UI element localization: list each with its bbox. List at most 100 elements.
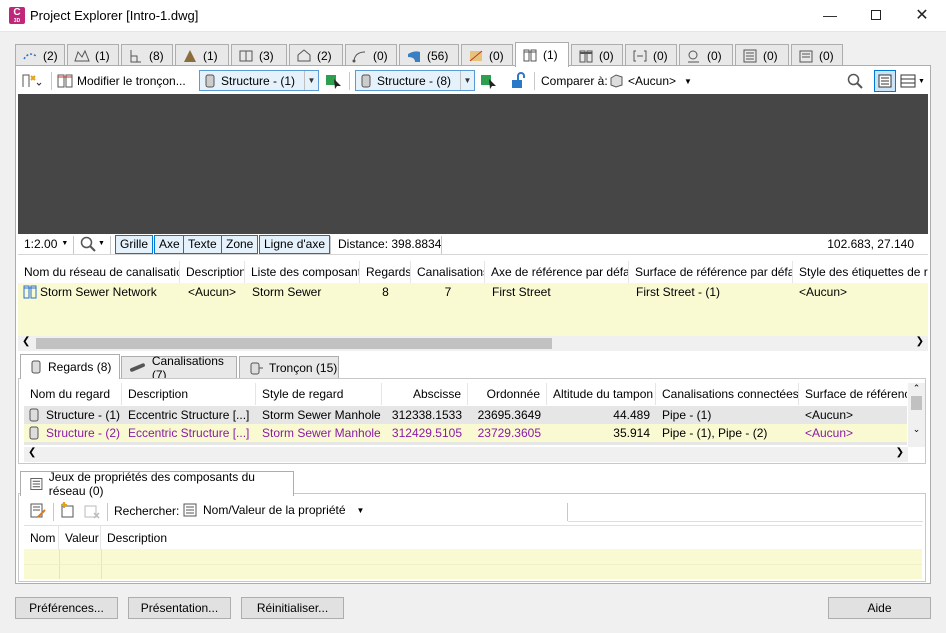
modify-run-button[interactable]: Modifier le tronçon... [56,69,206,93]
column-header[interactable]: Style de regard [256,383,382,405]
profile-viewport[interactable] [18,94,928,234]
property-sets-icon [30,477,43,491]
scrollbar-thumb[interactable] [911,396,922,410]
axis-toggle[interactable]: Axe [154,235,185,254]
column-header[interactable]: Canalisations connectées [656,383,799,405]
vertical-scrollbar[interactable]: ⌃ ⌄ [908,383,925,447]
dashed-alignment-icon [23,52,37,59]
help-button[interactable]: Aide [828,597,931,619]
column-header[interactable]: Nom du regard [24,383,122,405]
tab-pipe-networks[interactable]: (1) [515,42,569,67]
column-header[interactable]: Style des étiquettes de regards [793,261,928,283]
scroll-left-icon[interactable]: ❮ [28,447,36,458]
horizontal-scrollbar[interactable]: ❮ ❯ [18,336,928,351]
tab-profile-views[interactable]: (1) [67,44,119,66]
column-header[interactable]: Nom [24,526,59,550]
table-row[interactable]: Structure - (2) Eccentric Structure [...… [24,424,907,442]
table-row[interactable]: Structure - (1) Eccentric Structure [...… [24,406,907,424]
corridor-icon [184,49,196,62]
zone-toggle[interactable]: Zone [221,235,259,254]
tab-surfaces[interactable]: (56) [399,44,459,66]
column-header[interactable]: Ordonnée [468,383,547,405]
tab-tables[interactable]: (0) [735,44,789,66]
chevron-down-icon: ▼ [684,76,692,86]
point-group-icon [469,50,483,61]
column-header[interactable]: Description [122,383,256,405]
tab-alignments[interactable]: (2) [15,44,65,66]
edit-property-button[interactable] [29,502,47,523]
horizontal-scrollbar[interactable]: ❮ ❯ [24,447,908,462]
close-button[interactable]: ✕ [899,0,945,31]
tab-sample-lines[interactable]: (0) [679,44,733,66]
zoom-search-button[interactable] [847,69,865,93]
pick-end-structure-button[interactable] [480,69,500,93]
tab-point-groups[interactable]: (0) [461,44,513,66]
tab-property-sets[interactable]: Jeux de propriétés des composants du rés… [20,470,294,498]
structure-rim-elevation: 35.914 [613,426,650,440]
scale-select[interactable]: 1:2.00 ▼ [24,237,68,251]
manhole-icon [29,408,39,422]
column-header[interactable]: Abscisse [382,383,468,405]
column-header[interactable]: Regards [360,261,411,283]
grid-toggle[interactable]: Grille [115,235,154,254]
search-mode-select[interactable]: Nom/Valeur de la propriété ▼ [182,502,364,518]
structure-easting: 312338.1533 [391,408,462,422]
tab-structures[interactable]: Regards (8) [20,354,120,379]
manhole-icon [31,360,41,374]
end-structure-select[interactable]: Structure - (8) ▼ [355,70,475,91]
column-header[interactable]: Surface de référence [799,383,907,405]
column-header[interactable]: Valeur [59,526,101,550]
column-header[interactable]: Nom du réseau de canalisations [18,261,180,283]
compare-select[interactable]: <Aucun> ▼ [608,69,692,93]
network-description: <Aucun> [188,285,237,299]
column-header[interactable]: Altitude du tampon [547,383,656,405]
structure-easting: 312429.5105 [391,426,462,440]
search-input[interactable] [568,502,923,522]
centerline-toggle[interactable]: Ligne d'axe [259,235,331,254]
add-property-set-button[interactable] [59,502,77,523]
tab-pressure-networks[interactable]: (0) [571,44,623,66]
text-toggle[interactable]: Texte [183,235,222,254]
tab-feature-lines[interactable]: (0) [345,44,397,66]
preferences-button[interactable]: Préférences... [15,597,118,619]
column-header[interactable]: Description [101,526,922,550]
remove-property-set-icon [84,505,100,519]
structure-count: 8 [382,285,389,299]
table-row[interactable]: Storm Sewer Network <Aucun> Storm Sewer … [18,283,928,302]
tab-section-views[interactable]: (0) [625,44,677,66]
column-header[interactable]: Description [180,261,245,283]
tab-parcels[interactable]: (2) [289,44,343,66]
zoom-select[interactable]: ▼ [80,236,105,252]
column-header[interactable]: Canalisations [411,261,485,283]
lock-toggle-button[interactable] [510,69,528,93]
structure-icon [205,74,215,87]
reference-surface: <Aucun> [805,426,854,440]
tab-pipes[interactable]: Canalisations (7) [121,354,237,382]
tab-runs[interactable]: Tronçon (15) [239,356,339,379]
scroll-up-icon[interactable]: ⌃ [908,383,925,394]
pick-start-structure-button[interactable] [325,69,345,93]
maximize-button[interactable] [853,0,899,31]
tab-corridors[interactable]: (1) [175,44,229,66]
scroll-left-icon[interactable]: ❮ [22,336,30,347]
column-header[interactable]: Surface de référence par défaut [629,261,793,283]
presentation-button[interactable]: Présentation... [128,597,231,619]
column-header[interactable]: Axe de référence par défaut [485,261,629,283]
minimize-button[interactable]: — [807,0,853,31]
reset-button[interactable]: Réinitialiser... [241,597,344,619]
scroll-right-icon[interactable]: ❯ [896,447,904,458]
add-object-button[interactable] [20,69,48,93]
column-header[interactable]: Liste des composants [245,261,360,283]
tab-profiles[interactable]: (8) [121,44,173,66]
table-row-partial [24,442,907,445]
tab-assemblies[interactable]: (3) [231,44,287,66]
scroll-right-icon[interactable]: ❯ [916,336,924,347]
list-view-button[interactable] [874,70,896,92]
tab-reports[interactable]: (0) [791,44,843,66]
scroll-down-icon[interactable]: ⌄ [908,424,925,435]
remove-property-set-button[interactable] [83,502,101,523]
layout-options-button[interactable]: ▼ [900,69,926,93]
scrollbar-thumb[interactable] [36,338,552,349]
search-label: Rechercher: [114,504,180,518]
start-structure-select[interactable]: Structure - (1) ▼ [199,70,319,91]
